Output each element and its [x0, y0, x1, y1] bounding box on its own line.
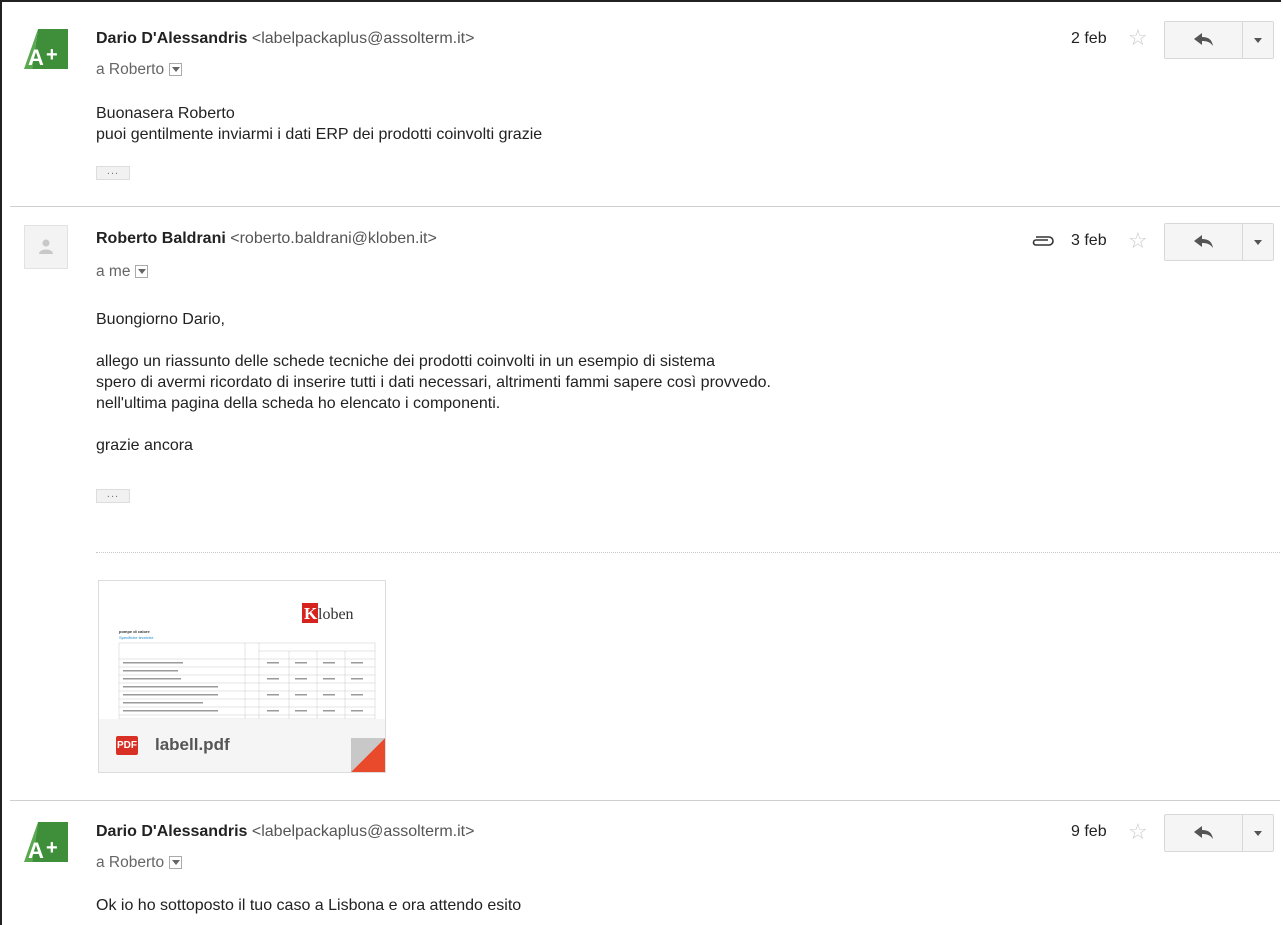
svg-text:K: K [304, 604, 318, 623]
thumb-subtitle: Specifiche tecniche [119, 635, 154, 640]
svg-text:+: + [46, 837, 58, 859]
default-avatar-icon [39, 239, 53, 254]
more-options-button[interactable] [1242, 224, 1273, 260]
body-line: Buonasera Roberto [96, 105, 235, 122]
sender-line: Roberto Baldrani <roberto.baldrani@klobe… [96, 230, 437, 248]
sender-email: <roberto.baldrani@kloben.it> [230, 230, 437, 247]
sender-line: Dario D'Alessandris <labelpackaplus@asso… [96, 823, 474, 841]
reply-button-group [1164, 223, 1274, 261]
sender-email: <labelpackaplus@assolterm.it> [251, 823, 475, 840]
message-date[interactable]: 9 feb [1071, 823, 1107, 841]
recipient-line: a Roberto [96, 61, 183, 79]
sender-name[interactable]: Roberto Baldrani [96, 230, 226, 247]
pdf-icon: PDF [116, 736, 138, 755]
recipient-label: a Roberto [96, 61, 165, 78]
sender-avatar: A + [24, 29, 68, 69]
reply-icon [1194, 235, 1213, 248]
reply-button-group [1164, 21, 1274, 59]
reply-button[interactable] [1165, 224, 1243, 260]
reply-button[interactable] [1165, 815, 1243, 851]
sender-avatar: A + [24, 822, 68, 862]
reply-icon [1194, 826, 1213, 839]
star-icon[interactable]: ☆ [1128, 821, 1148, 843]
sender-email: <labelpackaplus@assolterm.it> [251, 30, 475, 47]
more-options-button[interactable] [1242, 815, 1273, 851]
recipient-line: a me [96, 263, 149, 281]
message-separator [10, 206, 1280, 207]
message-separator [10, 800, 1280, 801]
show-trimmed-content-button[interactable]: ... [96, 166, 130, 180]
body-line: nell'ultima pagina della scheda ho elenc… [96, 395, 501, 412]
reply-button-group [1164, 814, 1274, 852]
thumb-logo: loben [318, 606, 354, 623]
attachments-divider [96, 552, 1280, 553]
message-date[interactable]: 2 feb [1071, 30, 1107, 48]
sender-line: Dario D'Alessandris <labelpackaplus@asso… [96, 30, 474, 48]
svg-text:A: A [28, 838, 44, 862]
paperclip-icon [1032, 236, 1054, 246]
body-line: allego un riassunto delle schede tecnich… [96, 353, 716, 370]
message-date[interactable]: 3 feb [1071, 232, 1107, 250]
star-icon[interactable]: ☆ [1128, 230, 1148, 252]
sender-name[interactable]: Dario D'Alessandris [96, 30, 247, 47]
body-line: puoi gentilmente inviarmi i dati ERP dei… [96, 126, 543, 143]
page-fold-corner [351, 738, 385, 772]
attachment-card[interactable]: K loben pompe di calore Specifiche tecni… [98, 580, 386, 773]
recipient-label: a Roberto [96, 854, 165, 871]
svg-text:A: A [28, 45, 44, 69]
star-icon[interactable]: ☆ [1128, 27, 1148, 49]
recipient-label: a me [96, 263, 131, 280]
reply-button[interactable] [1165, 22, 1243, 58]
pdf-page-preview: K loben pompe di calore Specifiche tecni… [118, 603, 376, 720]
body-line: spero di avermi ricordato di inserire tu… [96, 374, 771, 391]
attachment-filename[interactable]: labell.pdf [155, 735, 230, 755]
body-line: Buongiorno Dario, [96, 311, 225, 328]
body-line: Ok io ho sottoposto il tuo caso a Lisbon… [96, 897, 522, 914]
reply-icon [1194, 33, 1213, 46]
more-options-button[interactable] [1242, 22, 1273, 58]
show-trimmed-content-button[interactable]: ... [96, 489, 130, 503]
svg-text:+: + [46, 44, 58, 66]
sender-name[interactable]: Dario D'Alessandris [96, 823, 247, 840]
message-body: Buongiorno Dario, allego un riassunto de… [96, 309, 771, 456]
attachment-thumbnail: K loben pompe di calore Specifiche tecni… [99, 581, 385, 720]
message-body: Ok io ho sottoposto il tuo caso a Lisbon… [96, 895, 521, 916]
body-line: grazie ancora [96, 437, 193, 454]
details-dropdown-icon[interactable] [169, 63, 183, 76]
details-dropdown-icon[interactable] [169, 856, 183, 869]
avatar [24, 225, 68, 269]
message-body: Buonasera Roberto puoi gentilmente invia… [96, 103, 542, 145]
thumb-title: pompe di calore [119, 629, 150, 634]
details-dropdown-icon[interactable] [135, 265, 149, 278]
recipient-line: a Roberto [96, 854, 183, 872]
